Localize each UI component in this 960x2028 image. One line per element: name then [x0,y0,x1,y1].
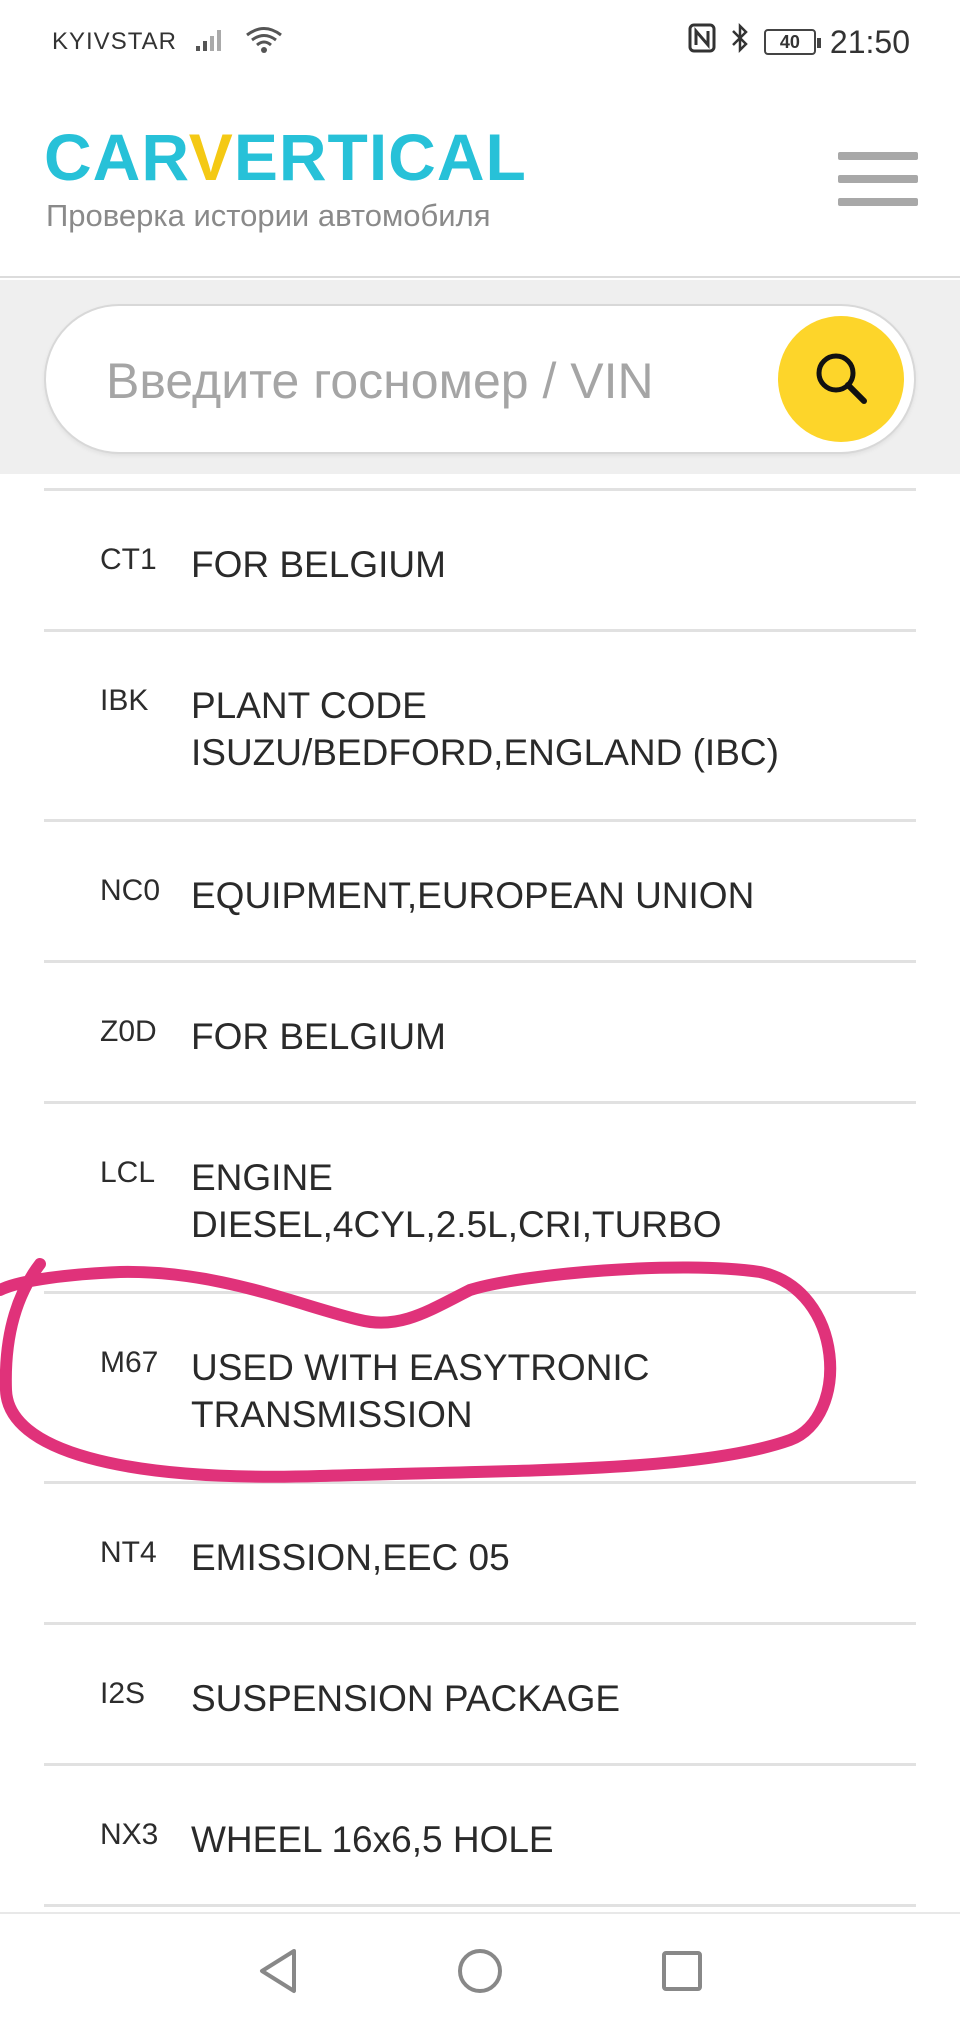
option-description: USED WITH EASYTRONIC TRANSMISSION [191,1347,650,1435]
option-code: NX3 [100,1818,159,1851]
status-right: 40 21:50 [688,22,910,62]
bluetooth-icon [730,22,750,62]
nfc-icon [688,23,716,61]
hamburger-menu-icon[interactable] [838,152,918,206]
back-icon[interactable] [252,1945,304,1997]
logo-text-car: CAR [44,120,189,194]
logo-tagline: Проверка истории автомобиля [46,198,491,233]
option-description: FOR BELGIUM [191,1016,446,1057]
recents-icon[interactable] [656,1945,708,1997]
option-description: FOR BELGIUM [191,544,446,585]
status-bar: KYIVSTAR 40 21:50 [0,0,960,84]
option-description: EQUIPMENT,EUROPEAN UNION [191,875,755,916]
option-description: WHEEL 16x6,5 HOLE [191,1819,554,1860]
search-button[interactable] [778,316,904,442]
carvertical-logo[interactable]: CARVERTICAL [44,124,527,190]
option-code: NC0 [100,874,161,907]
menu-bar [838,198,918,206]
list-item: M67 USED WITH EASYTRONIC TRANSMISSION [44,1294,916,1484]
list-item: NT4 EMISSION,EEC 05 [44,1484,916,1625]
system-nav-bar [0,1912,960,2028]
clock: 21:50 [829,23,910,60]
option-code: M67 [100,1346,159,1379]
search-icon [809,346,873,413]
option-code: LCL [100,1156,156,1189]
option-description: PLANT CODE ISUZU/BEDFORD,ENGLAND (IBC) [191,685,779,773]
option-description: ENGINE DIESEL,4CYL,2.5L,CRI,TURBO [191,1157,722,1245]
menu-bar [838,152,918,160]
search-section [0,280,960,474]
search-box [44,304,916,454]
list-item: IBK PLANT CODE ISUZU/BEDFORD,ENGLAND (IB… [44,632,916,822]
option-description: EMISSION,EEC 05 [191,1537,510,1578]
status-left: KYIVSTAR [52,26,283,59]
site-header: CARVERTICAL Проверка истории автомобиля [0,84,960,278]
option-code: CT1 [100,543,157,576]
option-code: NT4 [100,1536,157,1569]
carrier-name: KYIVSTAR [52,28,177,55]
option-code: Z0D [100,1015,157,1048]
wifi-icon [245,26,283,59]
list-item: CT1 FOR BELGIUM [44,491,916,632]
battery-indicator: 40 [763,29,821,55]
list-item: LCL ENGINE DIESEL,4CYL,2.5L,CRI,TURBO [44,1104,916,1294]
home-icon[interactable] [454,1945,506,1997]
plate-vin-search-input[interactable] [106,336,746,426]
option-description: SUSPENSION PACKAGE [191,1678,621,1719]
list-item: I2S SUSPENSION PACKAGE [44,1625,916,1766]
logo-text-v: V [188,120,234,194]
option-code: IBK [100,684,149,717]
list-item: Z0D FOR BELGIUM [44,963,916,1104]
options-list: CT1 FOR BELGIUM IBK PLANT CODE ISUZU/BED… [44,488,916,1907]
logo-text-ertical: ERTICAL [233,120,527,194]
menu-bar [838,175,918,183]
signal-icon [195,28,227,57]
page: KYIVSTAR 40 21:50 CARVERTICAL Проверка и… [0,0,960,2028]
option-code: I2S [100,1677,146,1710]
list-item: NX3 WHEEL 16x6,5 HOLE [44,1766,916,1907]
list-item: NC0 EQUIPMENT,EUROPEAN UNION [44,822,916,963]
